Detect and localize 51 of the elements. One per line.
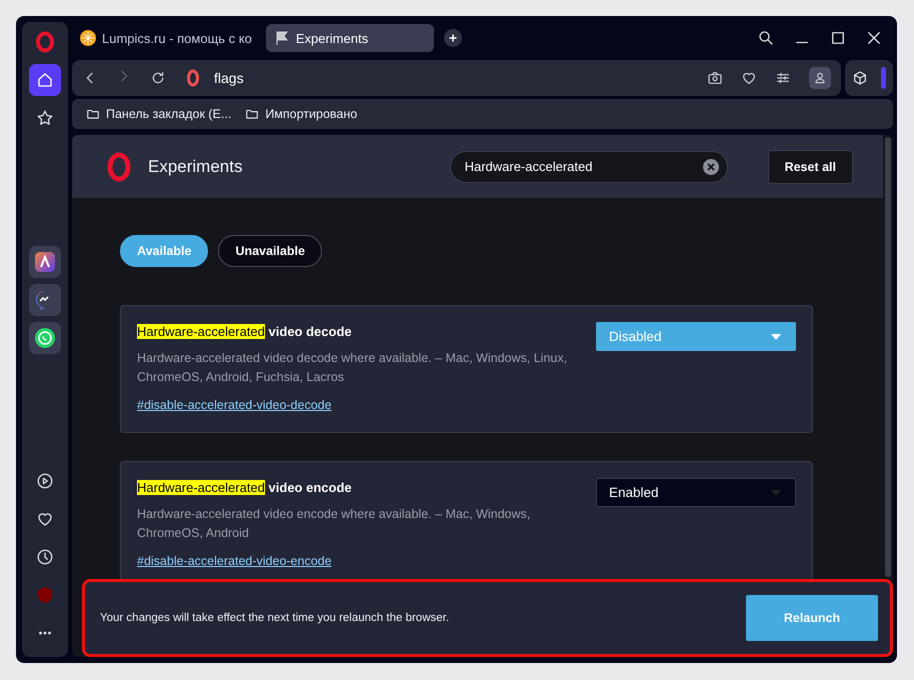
cube-icon[interactable] [852, 70, 868, 86]
clock-icon[interactable] [36, 548, 54, 566]
clear-icon[interactable] [702, 158, 719, 174]
caret-icon [771, 334, 781, 340]
star-icon[interactable] [36, 109, 54, 127]
citrus-slice-icon [80, 30, 96, 46]
scrollbar-thumb[interactable] [885, 137, 891, 577]
home-icon[interactable] [36, 71, 54, 89]
browser-tab[interactable]: Experiments [266, 24, 434, 52]
flag-description: Hardware-accelerated video encode where available. – Mac, Windows, ChromeOS, Android [137, 506, 532, 542]
notice-text: Your changes will take effect the next time you relaunch the browser. [100, 612, 450, 624]
flag-icon [274, 30, 290, 46]
flag-dropdown[interactable]: Enabled [596, 478, 796, 507]
page-title: Experiments [148, 156, 244, 176]
maximize-icon[interactable] [829, 29, 847, 47]
opera-logo-icon [184, 69, 202, 87]
flag-link[interactable]: #disable-accelerated-video-decode [137, 398, 332, 412]
play-icon[interactable] [36, 472, 54, 490]
whatsapp-button[interactable] [29, 322, 61, 354]
search-icon[interactable] [757, 29, 775, 47]
reset-all-button[interactable]: Reset all [768, 150, 853, 184]
flag-title: Hardware-accelerated video decode [137, 324, 353, 339]
folder-icon[interactable] [245, 107, 260, 121]
flag-title: Hardware-accelerated video encode [137, 480, 353, 495]
folder-icon[interactable] [86, 107, 100, 121]
search-field[interactable]: Hardware-accelerated [450, 150, 728, 182]
flag-link[interactable]: #disable-accelerated-video-encode [137, 554, 332, 568]
bookmark-folder[interactable]: Панель закладок (Е... [106, 107, 232, 121]
home-button[interactable] [29, 64, 61, 96]
search-input[interactable]: Hardware-accelerated [464, 159, 697, 174]
browser-tab[interactable]: Lumpics.ru - помощь с ко [72, 24, 260, 52]
address-bar[interactable]: flags [72, 60, 841, 96]
caret-icon [771, 490, 781, 496]
heart-icon[interactable] [741, 70, 757, 86]
phone-bubble-icon [35, 328, 55, 348]
address-field[interactable]: flags [214, 70, 689, 86]
sliders-icon[interactable] [775, 70, 791, 86]
gradient-app-icon [35, 252, 55, 272]
messenger-button[interactable] [29, 284, 61, 316]
new-tab-button[interactable] [444, 29, 462, 47]
filter-tab[interactable]: Unavailable [218, 235, 322, 267]
plus-icon[interactable] [446, 32, 459, 44]
flag-description: Hardware-accelerated video decode where available. – Mac, Windows, Linux, ChromeOS, Android, Fuchsia, Lacros [137, 350, 568, 386]
bookmark-folder[interactable]: Импортировано [265, 107, 358, 121]
app-button[interactable] [29, 246, 61, 278]
camera-icon[interactable] [707, 70, 723, 86]
profile-button[interactable] [809, 67, 831, 89]
person-icon[interactable] [813, 71, 827, 85]
sidebar-indicator [881, 67, 886, 89]
close-icon[interactable] [865, 29, 883, 47]
reload-icon[interactable] [150, 70, 166, 86]
